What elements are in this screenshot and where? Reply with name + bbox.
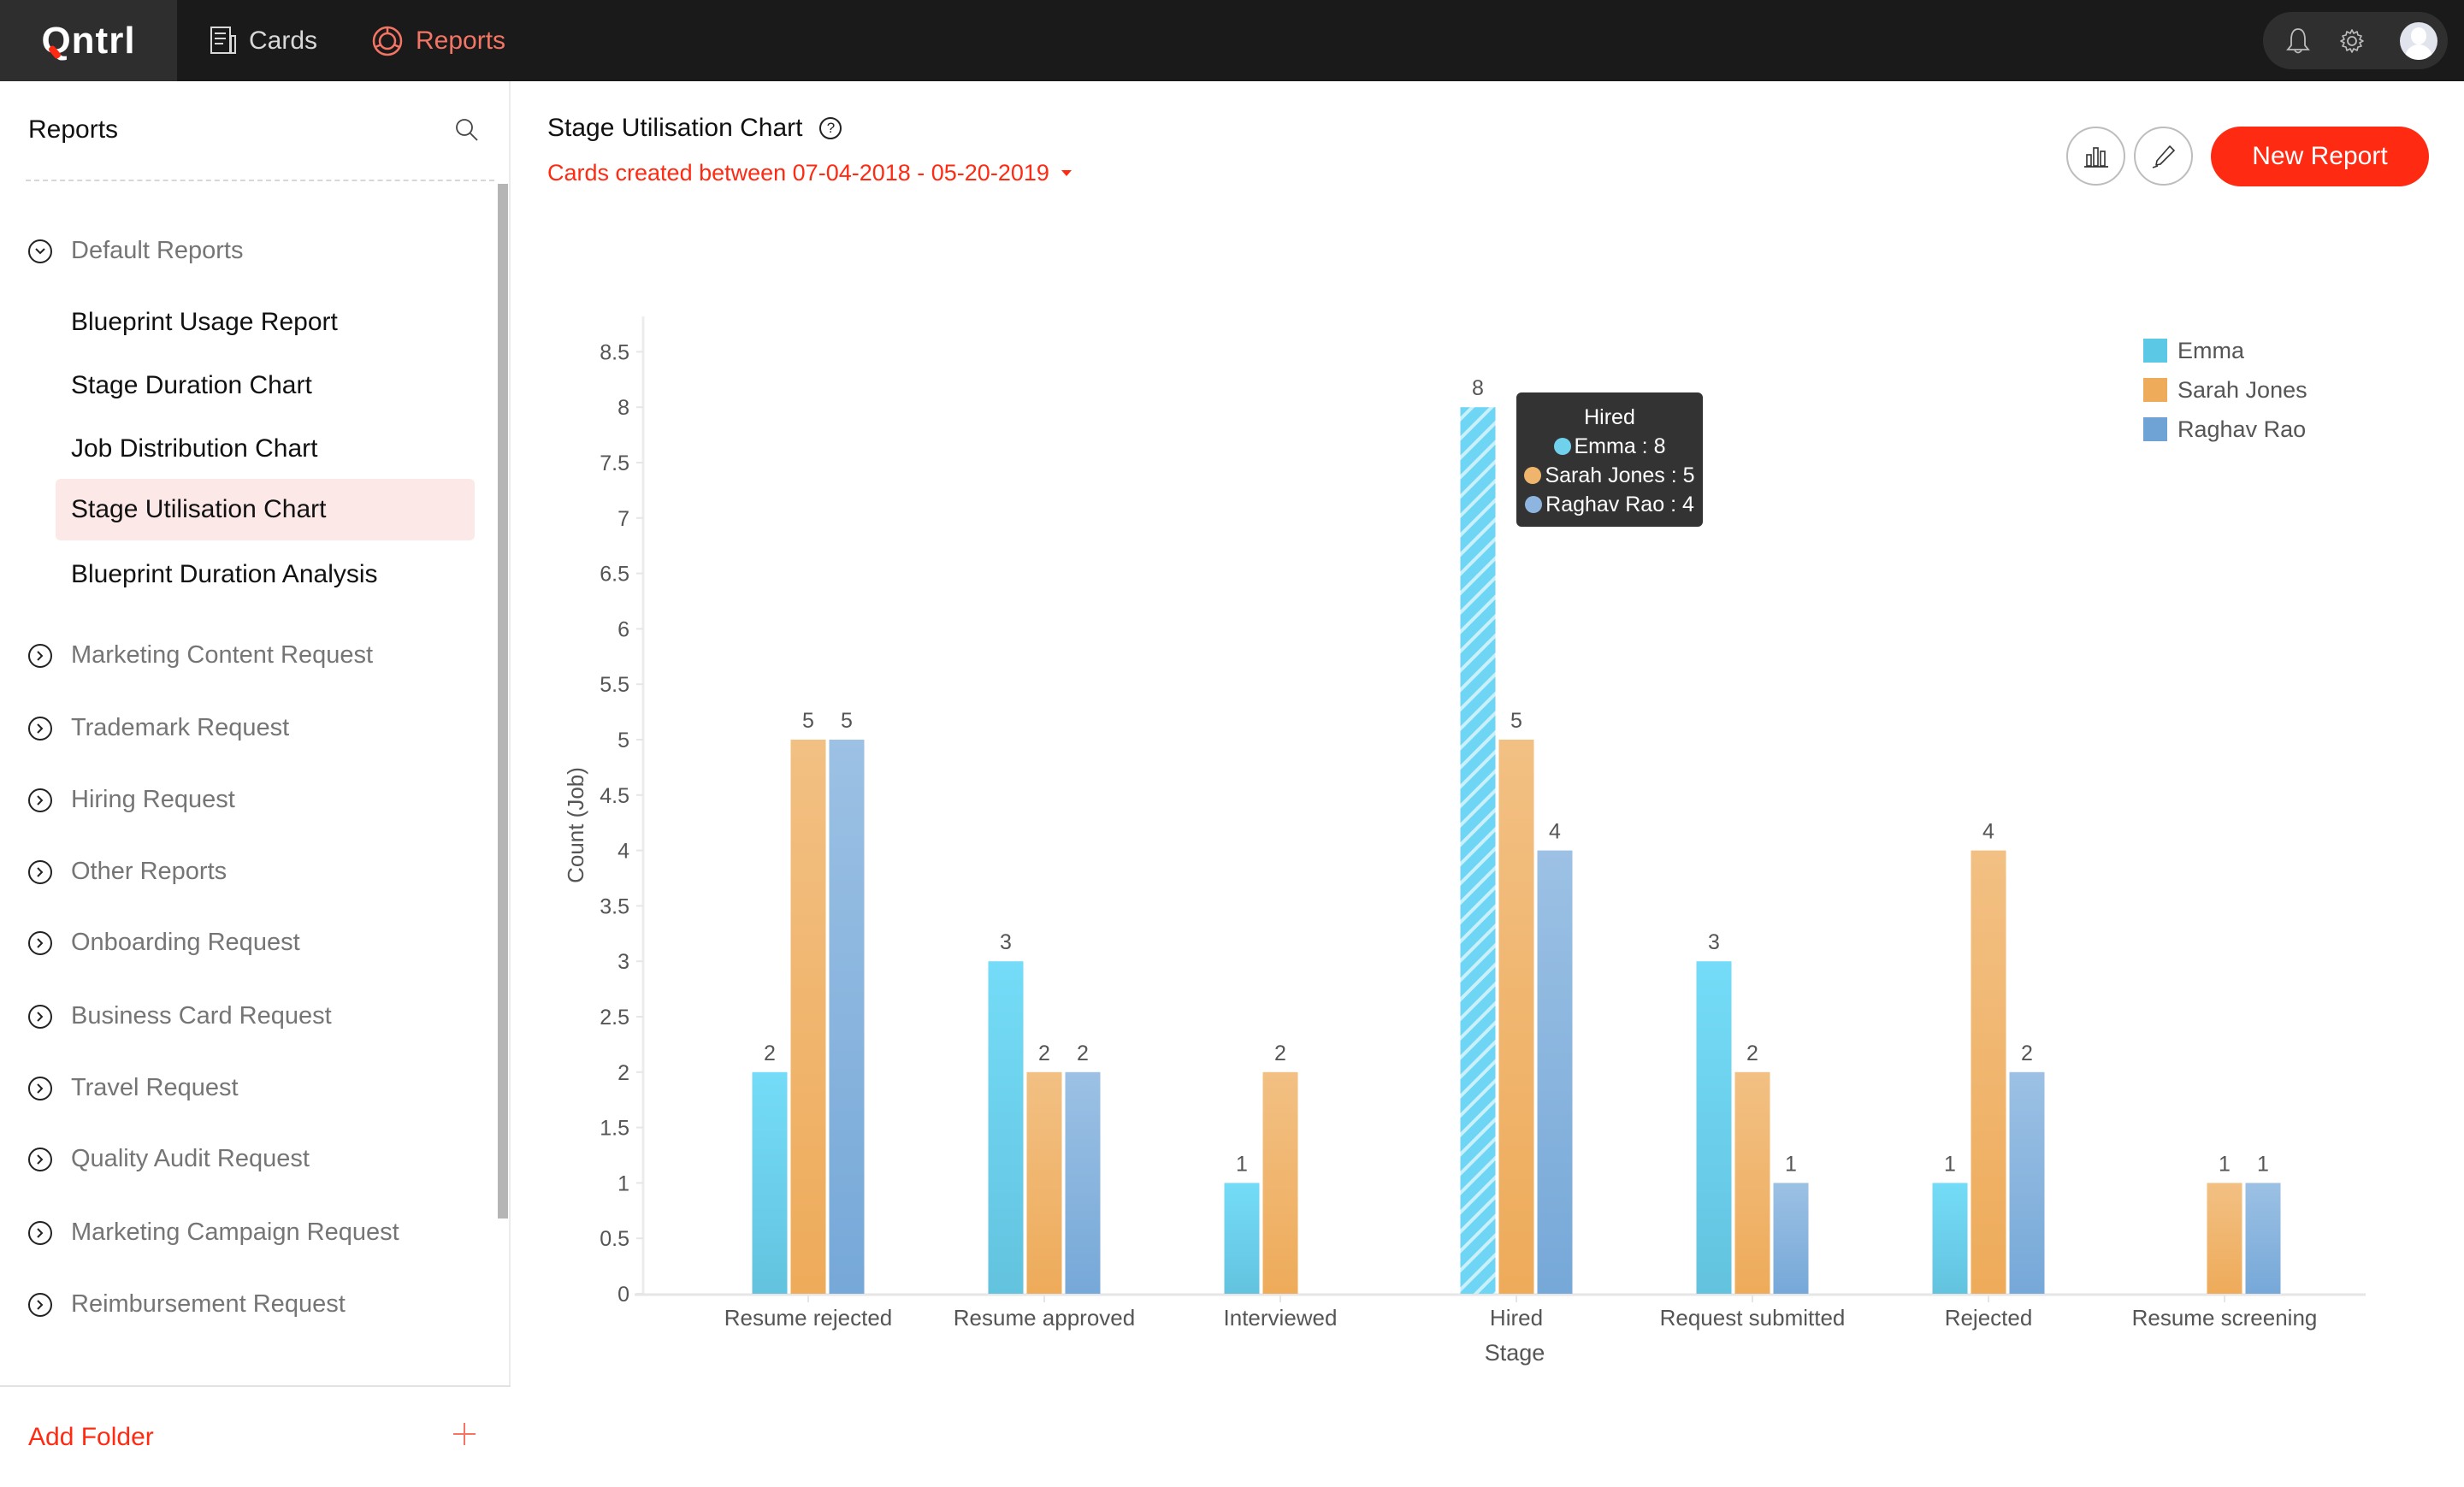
data-label: 5 <box>1510 709 1522 733</box>
y-tick-label: 5.5 <box>600 673 629 697</box>
bar-emma[interactable] <box>988 961 1024 1294</box>
legend-swatch <box>2143 417 2167 441</box>
bar-raghav-rao[interactable] <box>1065 1071 1101 1294</box>
legend-item-raghav-rao[interactable]: Raghav Rao <box>2143 410 2307 449</box>
bar-raghav-rao[interactable] <box>1537 850 1573 1294</box>
data-label: 3 <box>1708 930 1720 954</box>
y-tick-label: 8 <box>617 396 629 420</box>
bar-emma[interactable] <box>1932 1183 1968 1294</box>
y-tick-label: 7.5 <box>600 451 629 475</box>
bar-sarah-jones[interactable] <box>1262 1071 1298 1294</box>
x-axis-title: Stage <box>1485 1340 1545 1366</box>
bar-raghav-rao[interactable] <box>829 740 865 1294</box>
data-label: 5 <box>841 709 853 733</box>
y-tick-label: 3.5 <box>600 894 629 918</box>
bar-emma[interactable] <box>1224 1183 1260 1294</box>
tooltip-title: Hired <box>1584 405 1635 429</box>
dot-icon <box>1553 438 1571 455</box>
x-tick-label: Resume rejected <box>724 1305 893 1331</box>
bar-sarah-jones[interactable] <box>1734 1071 1770 1294</box>
data-label: 1 <box>1785 1152 1797 1176</box>
bar-sarah-jones[interactable] <box>2207 1183 2242 1294</box>
data-label: 2 <box>1038 1041 1050 1065</box>
legend-item-emma[interactable]: Emma <box>2143 331 2307 370</box>
stage-utilisation-chart: 0 0.5 1 1.5 2 2.5 3 3.5 4 4.5 5 5.5 6 6.5 7 7.5 8 8.5 Coun… <box>563 316 2366 1366</box>
data-label: 2 <box>1274 1041 1286 1065</box>
data-label: 4 <box>1549 820 1561 844</box>
data-label: 8 <box>1472 376 1484 400</box>
bar-sarah-jones[interactable] <box>1498 740 1534 1294</box>
y-tick-label: 7 <box>617 507 629 531</box>
y-tick-label: 3 <box>617 950 629 974</box>
x-tick-label: Rejected <box>1945 1305 2033 1331</box>
data-label: 1 <box>2219 1152 2231 1176</box>
tooltip-row-text: Sarah Jones : 5 <box>1545 463 1695 487</box>
y-tick-label: 2 <box>617 1061 629 1085</box>
bar-emma[interactable] <box>752 1071 788 1294</box>
x-tick-label: Interviewed <box>1224 1305 1338 1331</box>
y-tick-label: 0.5 <box>600 1227 629 1251</box>
bar-emma[interactable] <box>1460 407 1496 1295</box>
y-axis-title: Count (Job) <box>563 767 588 883</box>
data-label: 4 <box>1982 820 1994 844</box>
data-label: 3 <box>1000 930 1012 954</box>
x-tick-label: Resume approved <box>954 1305 1135 1331</box>
y-tick-label: 1 <box>617 1171 629 1195</box>
y-tick-label: 1.5 <box>600 1117 629 1141</box>
y-tick-label: 4.5 <box>600 784 629 808</box>
legend-label: Emma <box>2177 337 2245 363</box>
tooltip-row-text: Emma : 8 <box>1574 434 1666 458</box>
chart-tooltip: Hired Emma : 8 Sarah Jones : 5 Raghav Ra… <box>1516 392 1703 527</box>
bar-raghav-rao[interactable] <box>2245 1183 2281 1294</box>
y-tick-label: 4 <box>617 840 629 864</box>
tooltip-row-text: Raghav Rao : 4 <box>1545 493 1694 516</box>
bar-raghav-rao[interactable] <box>2009 1071 2045 1294</box>
x-tick-label: Hired <box>1490 1305 1543 1331</box>
bar-sarah-jones[interactable] <box>1026 1071 1062 1294</box>
dot-icon <box>1524 467 1542 484</box>
y-tick-label: 8.5 <box>600 340 629 364</box>
y-tick-label: 0 <box>617 1283 629 1307</box>
data-label: 2 <box>1077 1041 1089 1065</box>
legend-label: Sarah Jones <box>2177 376 2307 403</box>
x-tick-label: Resume screening <box>2132 1305 2318 1331</box>
bar-sarah-jones[interactable] <box>790 740 826 1294</box>
data-label: 2 <box>1746 1041 1758 1065</box>
y-tick-label: 2.5 <box>600 1006 629 1030</box>
x-tick-label: Request submitted <box>1660 1305 1846 1331</box>
data-label: 5 <box>802 709 814 733</box>
tooltip-row: Emma : 8 <box>1516 432 1703 461</box>
bar-sarah-jones[interactable] <box>1971 850 2006 1294</box>
data-label: 1 <box>1236 1152 1248 1176</box>
legend-item-sarah-jones[interactable]: Sarah Jones <box>2143 370 2307 410</box>
data-label: 2 <box>764 1041 776 1065</box>
legend-swatch <box>2143 339 2167 363</box>
tooltip-row: Sarah Jones : 5 <box>1516 461 1703 490</box>
y-tick-label: 6 <box>617 617 629 641</box>
bar-emma[interactable] <box>1696 961 1732 1294</box>
bar-raghav-rao[interactable] <box>1773 1183 1809 1294</box>
data-label: 1 <box>2257 1152 2269 1176</box>
y-tick-label: 6.5 <box>600 563 629 587</box>
legend-label: Raghav Rao <box>2177 416 2307 442</box>
data-label: 2 <box>2021 1041 2033 1065</box>
chart-legend: Emma Sarah Jones Raghav Rao <box>2143 331 2307 449</box>
data-label: 1 <box>1944 1152 1956 1176</box>
legend-swatch <box>2143 378 2167 402</box>
tooltip-row: Raghav Rao : 4 <box>1516 490 1703 519</box>
y-tick-label: 5 <box>617 729 629 752</box>
dot-icon <box>1525 496 1543 513</box>
